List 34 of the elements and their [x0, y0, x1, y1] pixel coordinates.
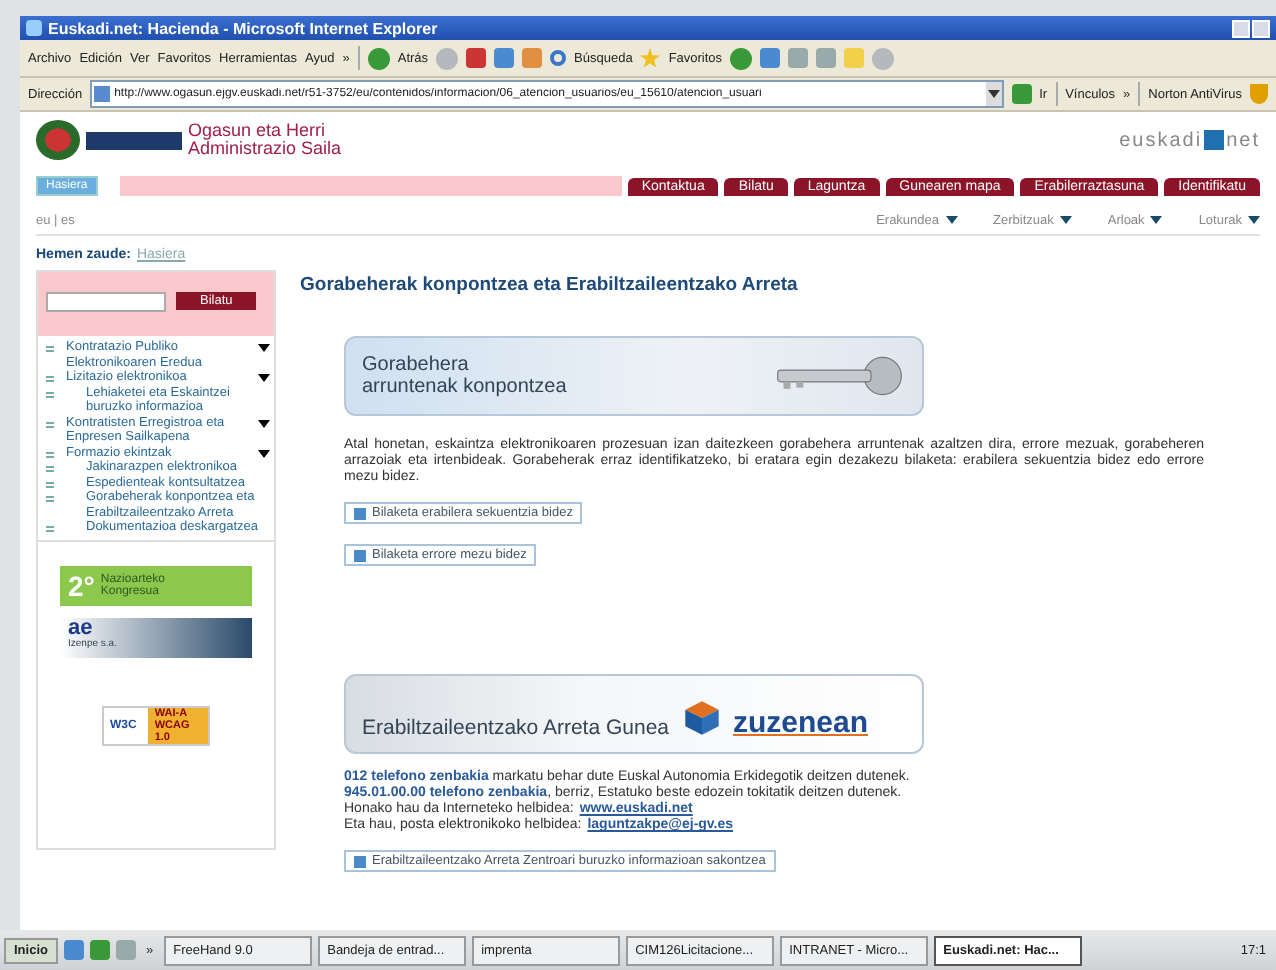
bullet-icon — [46, 466, 54, 472]
bullet-icon — [46, 526, 54, 532]
search-field[interactable] — [46, 292, 166, 312]
dropdown-arrow-icon[interactable] — [1150, 216, 1163, 224]
bullet-icon — [46, 451, 54, 457]
bullet-icon — [46, 481, 54, 487]
bullet-icon — [46, 346, 54, 352]
emblem-icon — [36, 120, 80, 160]
expand-arrow-icon[interactable] — [258, 374, 270, 382]
bullet-icon — [46, 421, 54, 427]
star-icon[interactable] — [640, 48, 661, 68]
page-title: Gorabeherak konpontzea eta Erabiltzaileentzako Arreta — [300, 274, 798, 296]
dropdown-arrow-icon[interactable] — [1248, 216, 1260, 224]
service-banner[interactable]: Erabiltzaileentzako Arreta Gunea zuzenean — [344, 674, 924, 754]
bullet-icon — [46, 391, 54, 397]
dropdown-arrow-icon[interactable] — [945, 216, 958, 224]
bullet-icon — [46, 496, 54, 502]
expand-arrow-icon[interactable] — [258, 449, 270, 457]
expand-arrow-icon[interactable] — [258, 419, 270, 427]
brand-mark-icon — [1204, 130, 1225, 150]
cube-icon — [681, 696, 722, 740]
department-name: Administrazio Saila — [188, 140, 342, 158]
window-title: Euskadi.net: Hacienda - Microsoft Internet Explorer — [48, 19, 440, 37]
expand-arrow-icon[interactable] — [258, 344, 270, 352]
magnifier-icon[interactable] — [550, 50, 567, 66]
maximize-button[interactable] — [1252, 19, 1270, 37]
shield-icon[interactable] — [1250, 84, 1268, 104]
brand-logo-text: net — [1226, 129, 1260, 151]
minimize-button[interactable] — [1232, 19, 1250, 37]
brand-logo-text: euskadi — [1119, 129, 1203, 151]
dropdown-arrow-icon[interactable] — [1059, 216, 1072, 224]
incidents-banner[interactable]: Gorabehera arruntenak konpontzea — [344, 336, 924, 416]
bullet-icon — [46, 376, 54, 382]
department-name: Ogasun eta Herri — [188, 122, 328, 140]
